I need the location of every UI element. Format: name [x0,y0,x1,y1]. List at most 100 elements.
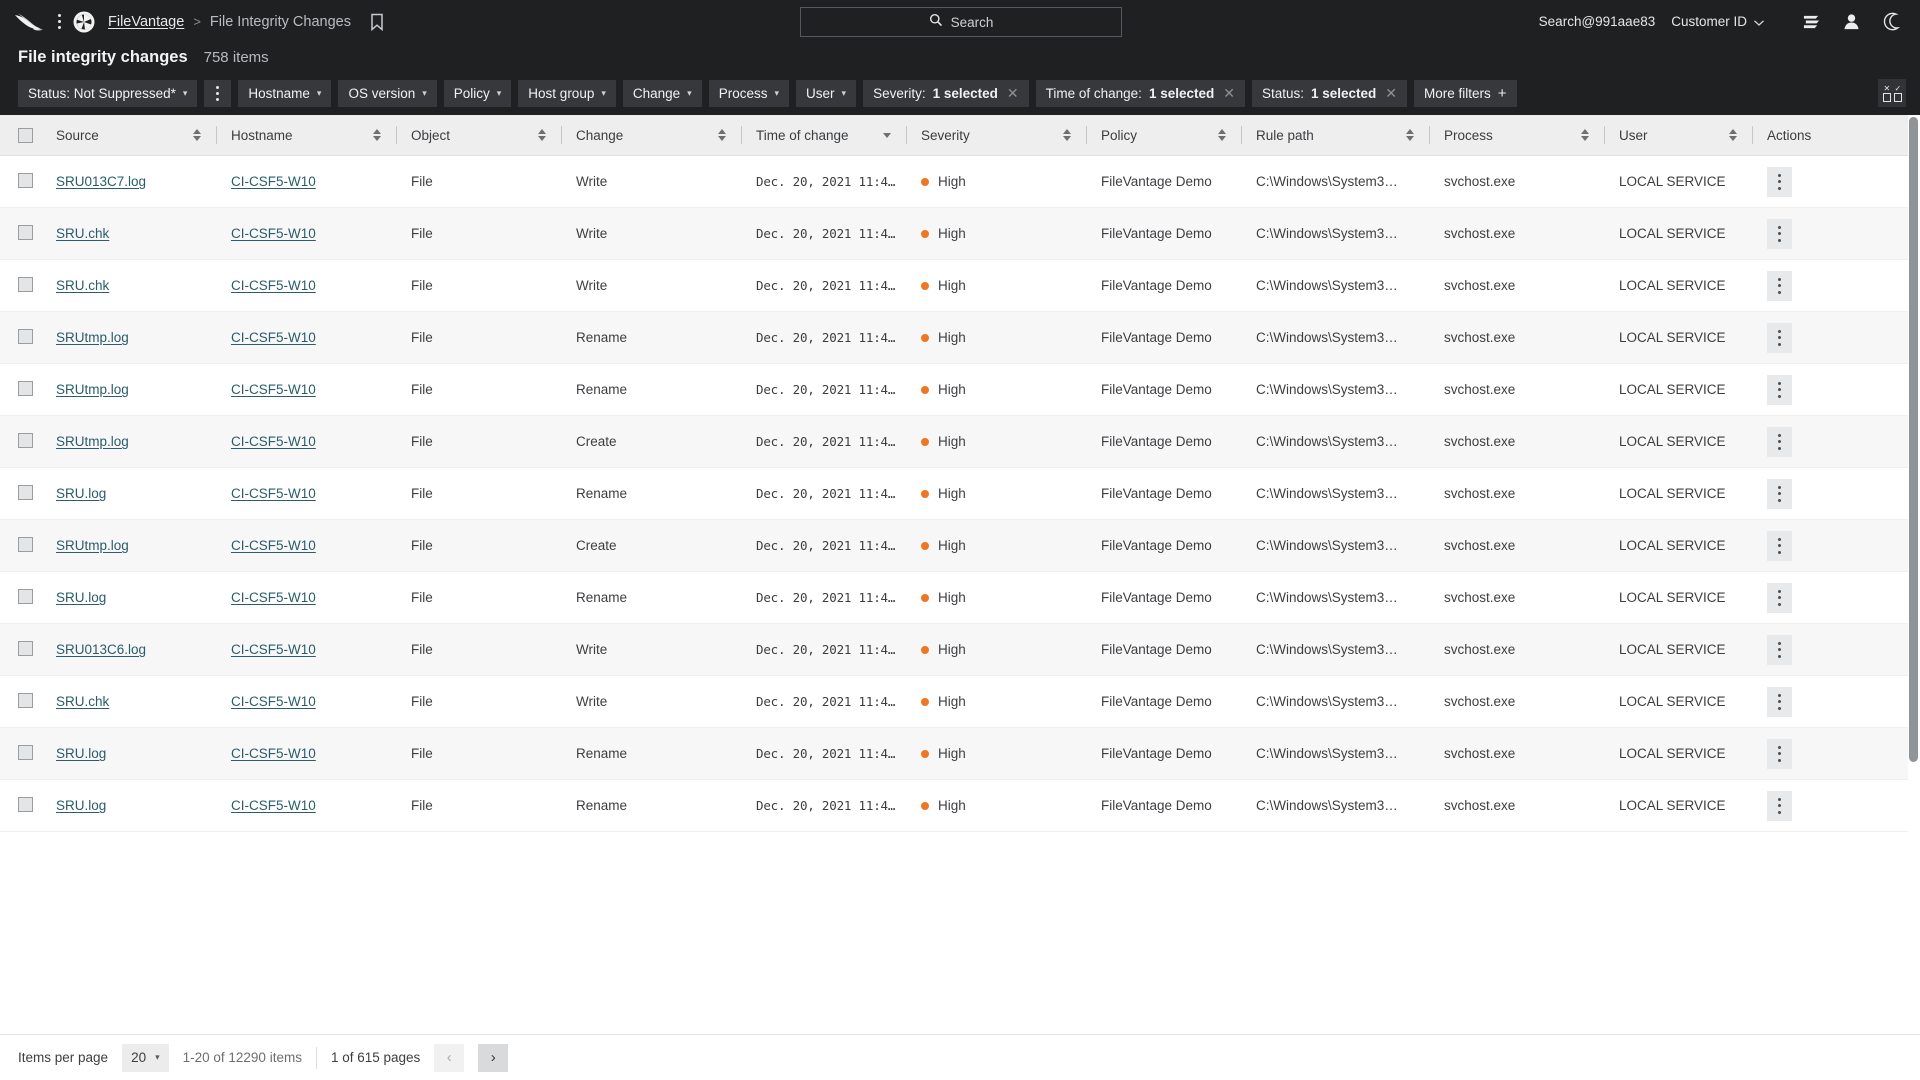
table-row[interactable]: SRU.log CI-CSF5-W10 File Rename Dec. 20, 202… [0,779,1908,832]
table-row[interactable]: SRU.log CI-CSF5-W10 File Rename Dec. 20, 202… [0,571,1908,624]
person-icon[interactable] [1836,9,1866,35]
close-icon[interactable]: ✕ [1383,86,1397,100]
breadcrumb-item-filevantage[interactable]: FileVantage [108,14,184,30]
sort-toggle-icon[interactable] [373,129,381,141]
hostname-link[interactable]: CI-CSF5-W10 [231,798,316,813]
th-rule-path[interactable]: Rule path [1242,115,1430,156]
sort-toggle-icon[interactable] [193,129,201,141]
customer-id-selector[interactable]: Customer ID [1671,14,1764,29]
source-link[interactable]: SRU.chk [56,278,109,293]
row-checkbox[interactable] [18,692,33,708]
filter-options-kebab-button[interactable] [204,79,232,107]
table-row[interactable]: SRU.chk CI-CSF5-W10 File Write Dec. 20, 2021… [0,259,1908,312]
filter-chip-user[interactable]: User ▾ [796,79,857,107]
row-checkbox[interactable] [18,432,33,448]
close-icon[interactable]: ✕ [1221,86,1235,100]
filter-chip-process[interactable]: Process ▾ [708,79,790,107]
th-process[interactable]: Process [1430,115,1605,156]
hostname-link[interactable]: CI-CSF5-W10 [231,642,316,657]
row-actions-kebab-button[interactable] [1767,166,1792,197]
th-change[interactable]: Change [562,115,742,156]
source-link[interactable]: SRUtmp.log [56,330,129,345]
row-actions-kebab-button[interactable] [1767,218,1792,249]
previous-page-button[interactable]: ‹ [434,1043,465,1072]
row-actions-kebab-button[interactable] [1767,582,1792,613]
close-icon[interactable]: ✕ [1005,86,1019,100]
row-checkbox[interactable] [18,328,33,344]
row-checkbox[interactable] [18,172,33,188]
sort-toggle-icon[interactable] [1406,129,1414,141]
source-link[interactable]: SRU.log [56,486,106,501]
source-link[interactable]: SRU.log [56,590,106,605]
th-hostname[interactable]: Hostname [217,115,397,156]
source-link[interactable]: SRU.log [56,798,106,813]
hostname-link[interactable]: CI-CSF5-W10 [231,694,316,709]
vertical-scrollbar[interactable] [1909,117,1918,762]
row-checkbox[interactable] [18,536,33,552]
hostname-link[interactable]: CI-CSF5-W10 [231,330,316,345]
th-object[interactable]: Object [397,115,562,156]
source-link[interactable]: SRU.log [56,746,106,761]
global-search-input[interactable]: Search [800,7,1122,37]
table-row[interactable]: SRUtmp.log CI-CSF5-W10 File Create Dec. 20, … [0,415,1908,468]
select-all-checkbox[interactable] [18,127,33,143]
row-checkbox[interactable] [18,744,33,760]
sort-toggle-icon[interactable] [1581,129,1589,141]
sort-toggle-icon[interactable] [1063,129,1071,141]
row-actions-kebab-button[interactable] [1767,270,1792,301]
th-time-of-change[interactable]: Time of change [742,115,907,156]
row-actions-kebab-button[interactable] [1767,478,1792,509]
row-checkbox[interactable] [18,380,33,396]
falcon-logo-icon[interactable] [14,11,44,33]
filter-chip-os-version[interactable]: OS version ▾ [338,79,437,107]
filter-chip-host-group[interactable]: Host group ▾ [518,79,616,107]
hostname-link[interactable]: CI-CSF5-W10 [231,382,316,397]
filter-chip-status[interactable]: Status: 1 selected ✕ [1251,79,1408,107]
hostname-link[interactable]: CI-CSF5-W10 [231,538,316,553]
source-link[interactable]: SRUtmp.log [56,434,129,449]
filter-chip-status-not-suppressed[interactable]: Status: Not Suppressed* ▾ [18,79,198,107]
row-checkbox[interactable] [18,640,33,656]
hostname-link[interactable]: CI-CSF5-W10 [231,434,316,449]
hostname-link[interactable]: CI-CSF5-W10 [231,226,316,241]
filter-chip-severity[interactable]: Severity: 1 selected ✕ [863,79,1029,107]
th-policy[interactable]: Policy [1087,115,1242,156]
hostname-link[interactable]: CI-CSF5-W10 [231,746,316,761]
more-filters-button[interactable]: More filters + [1414,79,1517,107]
source-link[interactable]: SRU.chk [56,694,109,709]
sort-toggle-icon[interactable] [718,129,726,141]
row-checkbox[interactable] [18,484,33,500]
table-row[interactable]: SRU013C6.log CI-CSF5-W10 File Write Dec. 20,… [0,623,1908,676]
source-link[interactable]: SRU013C6.log [56,642,146,657]
source-link[interactable]: SRU013C7.log [56,174,146,189]
row-checkbox[interactable] [18,276,33,292]
queue-icon[interactable] [1796,9,1826,35]
table-row[interactable]: SRUtmp.log CI-CSF5-W10 File Rename Dec. 20, … [0,311,1908,364]
row-actions-kebab-button[interactable] [1767,634,1792,665]
row-actions-kebab-button[interactable] [1767,426,1792,457]
bookmark-icon[interactable] [370,13,384,31]
source-link[interactable]: SRUtmp.log [56,538,129,553]
row-actions-kebab-button[interactable] [1767,686,1792,717]
th-source[interactable]: Source [42,115,217,156]
kebab-menu-icon[interactable] [50,11,68,33]
table-row[interactable]: SRU.chk CI-CSF5-W10 File Write Dec. 20, 2021… [0,207,1908,260]
row-actions-kebab-button[interactable] [1767,530,1792,561]
items-per-page-select[interactable]: 20 ▾ [122,1043,169,1072]
aperture-icon[interactable] [72,10,96,34]
sort-toggle-icon[interactable] [1729,129,1737,141]
th-severity[interactable]: Severity [907,115,1087,156]
moon-icon[interactable] [1876,9,1906,35]
row-actions-kebab-button[interactable] [1767,374,1792,405]
column-select-icon[interactable] [1878,79,1906,107]
source-link[interactable]: SRUtmp.log [56,382,129,397]
sort-toggle-icon[interactable] [538,129,546,141]
hostname-link[interactable]: CI-CSF5-W10 [231,174,316,189]
user-account-label[interactable]: Search@991aae83 [1539,14,1656,29]
row-actions-kebab-button[interactable] [1767,738,1792,769]
table-row[interactable]: SRUtmp.log CI-CSF5-W10 File Rename Dec. 20, … [0,363,1908,416]
row-actions-kebab-button[interactable] [1767,322,1792,353]
hostname-link[interactable]: CI-CSF5-W10 [231,486,316,501]
row-actions-kebab-button[interactable] [1767,790,1792,821]
table-row[interactable]: SRUtmp.log CI-CSF5-W10 File Create Dec. 20, … [0,519,1908,572]
